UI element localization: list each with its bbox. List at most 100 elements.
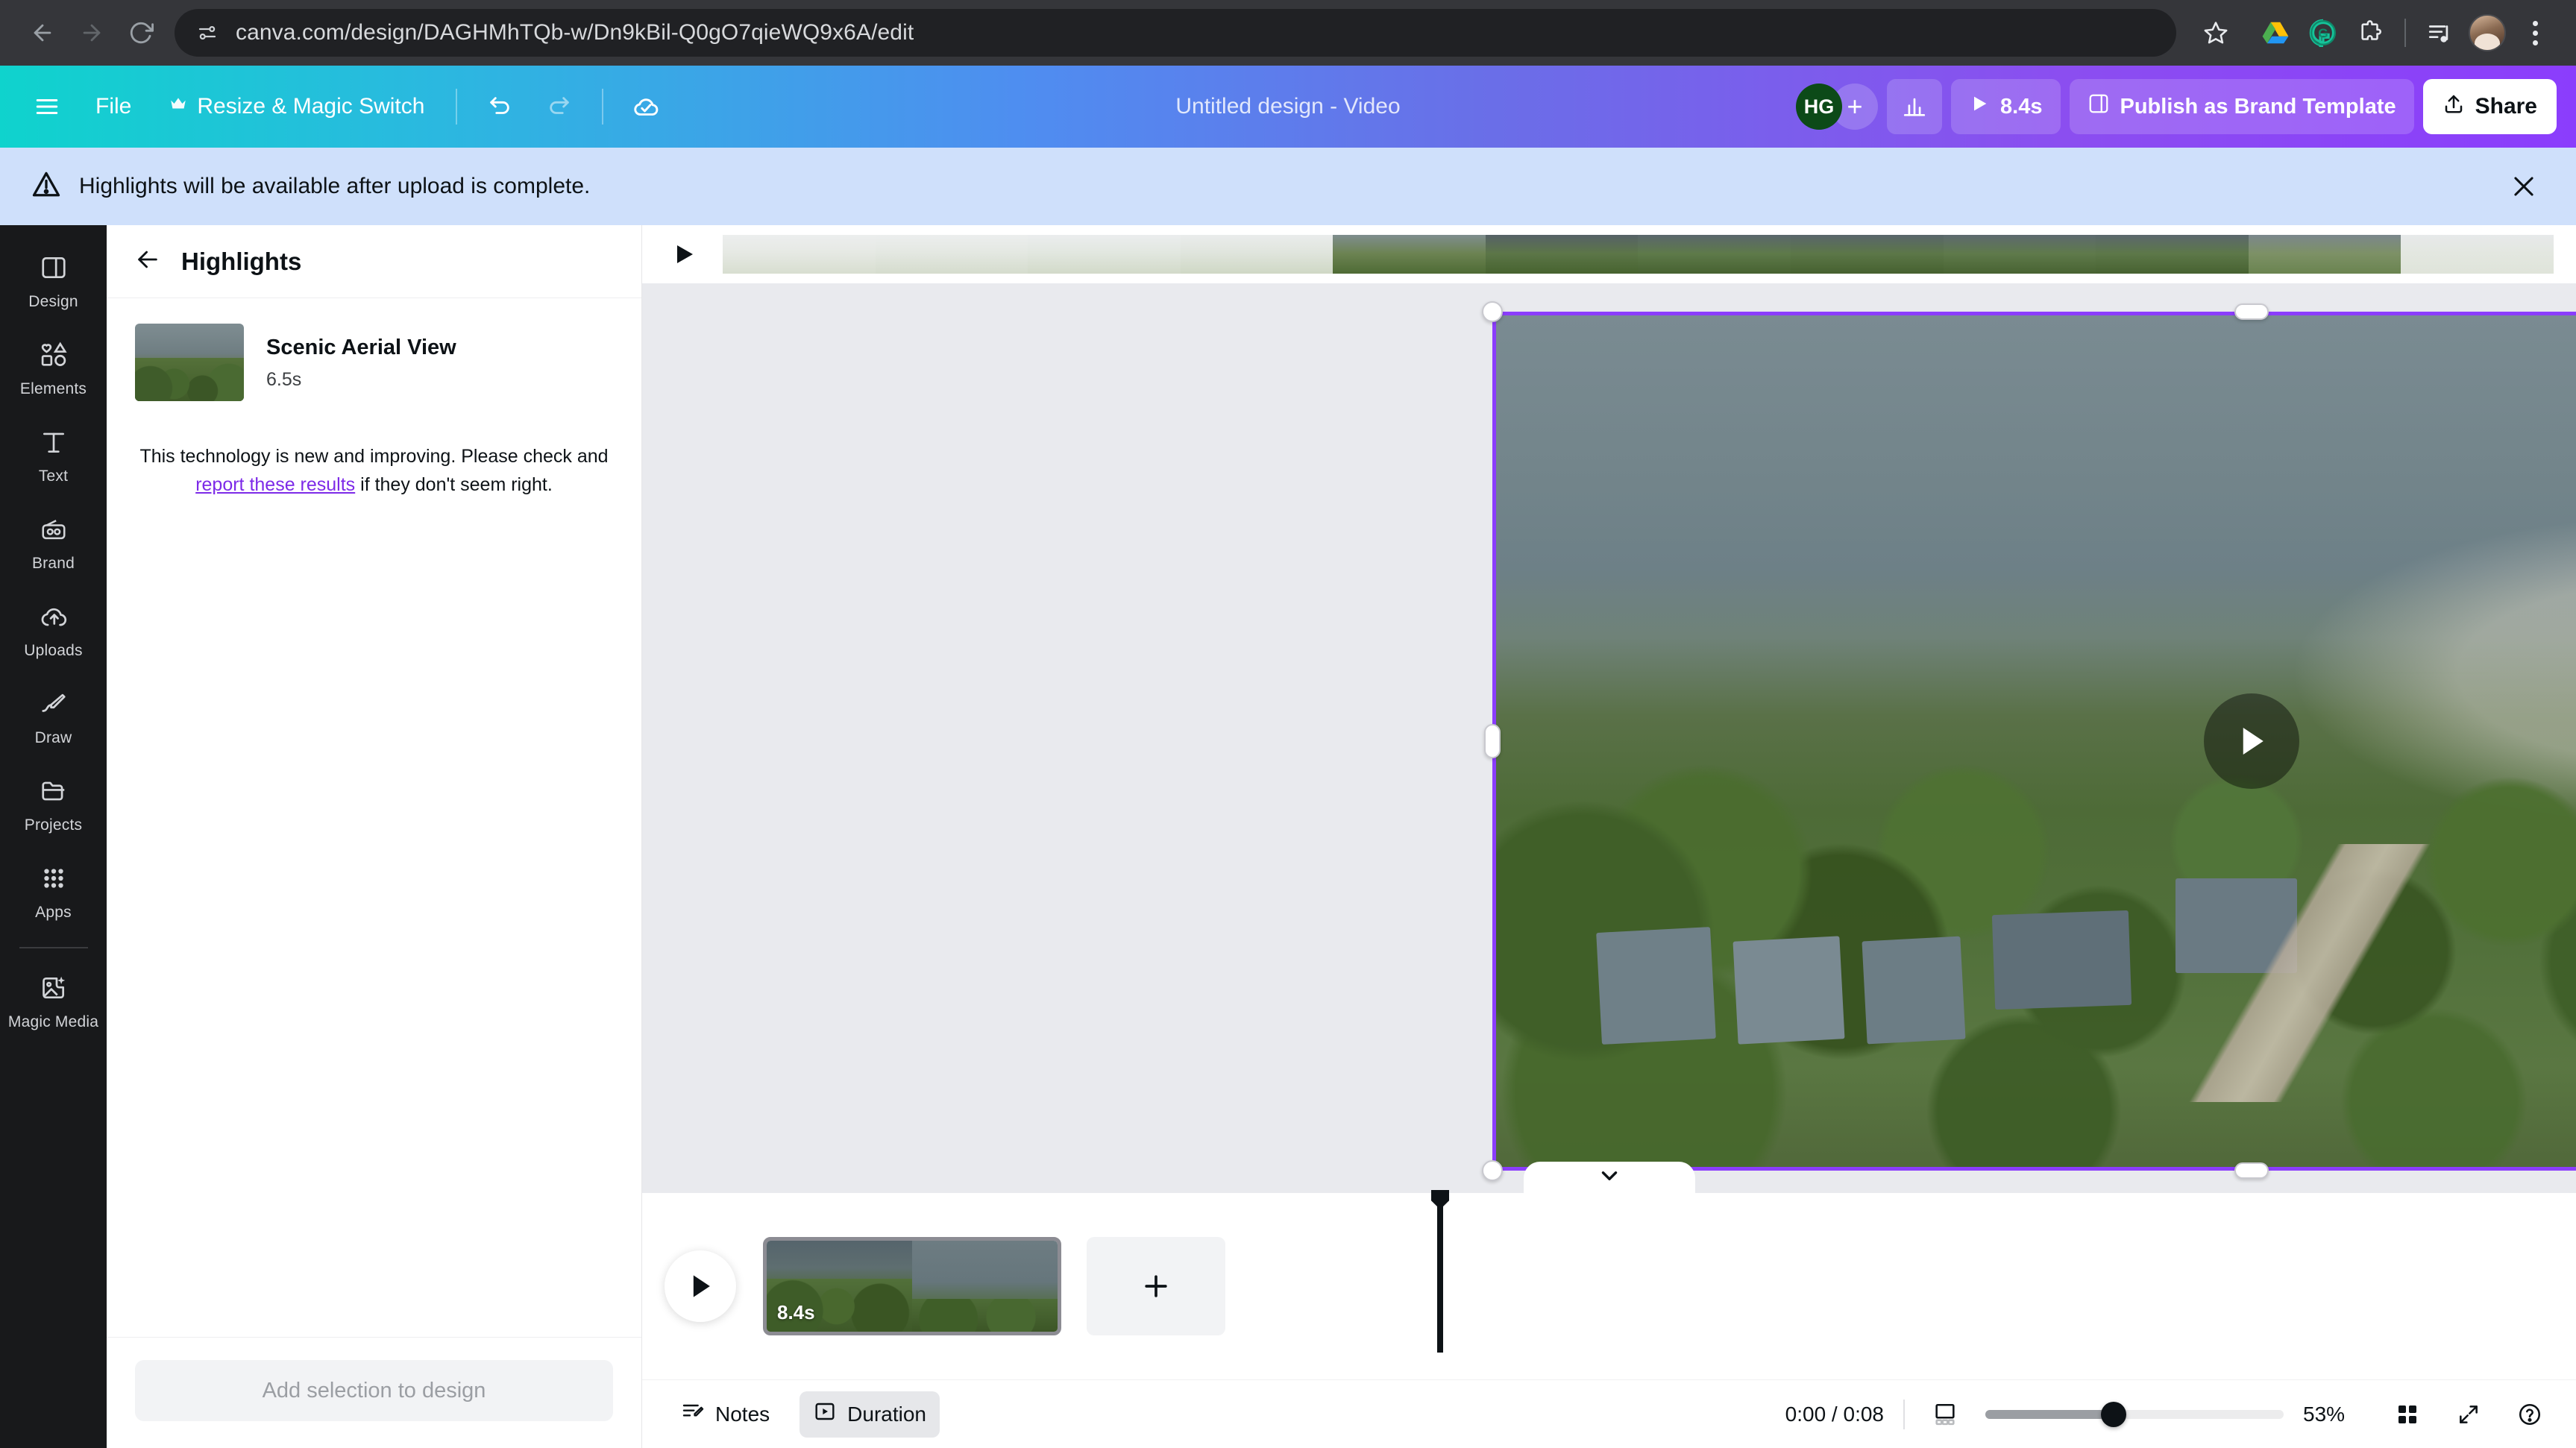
design-layout-icon [40,254,68,286]
close-icon[interactable] [2501,164,2546,209]
resize-handle-bottom-left[interactable] [1482,1160,1503,1181]
panel-header: Highlights [107,225,641,298]
share-button[interactable]: Share [2422,79,2557,134]
page-title: Highlights [181,247,302,275]
browser-toolbar: canva.com/design/DAGHMhTQb-w/Dn9kBil-Q0g… [0,0,2576,66]
sidebar-item-uploads[interactable]: Uploads [7,591,100,669]
filmstrip-frame [1180,235,1333,274]
resize-handle-left[interactable] [1484,724,1501,758]
help-question-icon[interactable] [2509,1394,2551,1435]
hamburger-menu-icon[interactable] [19,79,75,134]
browser-extensions-group: G [2254,11,2557,54]
insights-bar-chart-icon[interactable] [1887,79,1943,134]
filmstrip-bar [642,225,2576,283]
site-settings-icon[interactable] [192,18,222,48]
resize-handle-top-left[interactable] [1482,301,1503,322]
browser-address-bar[interactable]: canva.com/design/DAGHMhTQb-w/Dn9kBil-Q0g… [175,9,2176,57]
avatar[interactable]: HG [1796,84,1843,130]
canvas-play-button[interactable] [2204,693,2299,789]
status-bar: Notes Duration 0:00 / 0:08 53% [642,1379,2576,1448]
notification-text: Highlights will be available after uploa… [79,174,591,198]
sidebar-item-text[interactable]: Text [7,416,100,494]
browser-back-button[interactable] [19,10,66,56]
playhead[interactable] [1437,1193,1443,1353]
notes-button[interactable]: Notes [667,1391,783,1438]
zoom-slider-knob[interactable] [2101,1401,2126,1427]
toolbar-divider [602,89,604,125]
brand-icon [40,515,68,547]
report-results-link[interactable]: report these results [195,474,355,495]
clip-frame [912,1241,1058,1332]
toolbar-divider [456,89,458,125]
highlights-panel: Highlights Scenic Aerial View 6.5s This … [107,225,642,1448]
google-drive-icon[interactable] [2254,11,2297,54]
sidebar-item-design[interactable]: Design [7,242,100,320]
status-bar-right: 0:00 / 0:08 53% [1785,1394,2551,1435]
play-icon [1969,93,1990,120]
sidebar-item-label: Uploads [24,642,83,659]
zoom-slider[interactable] [1985,1401,2284,1427]
video-canvas[interactable] [1482,301,2576,1181]
sidebar-item-label: Design [28,293,78,310]
magic-media-icon [40,974,68,1006]
filmstrip-frame [1333,235,1486,274]
undo-icon[interactable] [472,79,527,134]
design-title[interactable]: Untitled design - Video [1175,94,1400,119]
grid-view-icon[interactable] [2387,1394,2428,1435]
collapse-timeline-button[interactable] [1523,1162,1695,1193]
sidebar-item-magic-media[interactable]: Magic Media [7,962,100,1040]
browser-reload-button[interactable] [118,10,164,56]
duration-play-box-icon [813,1400,837,1429]
brand-template-icon [2087,92,2110,121]
play-icon[interactable] [665,235,703,274]
highlight-name: Scenic Aerial View [266,336,456,359]
sidebar-item-draw[interactable]: Draw [7,678,100,756]
three-dot-menu-icon[interactable] [2513,11,2557,54]
sidebar-item-brand[interactable]: Brand [7,503,100,582]
star-icon[interactable] [2193,10,2239,56]
timeline-play-button[interactable] [665,1250,736,1322]
canvas-area [642,283,2576,1193]
draw-pen-icon [40,690,68,722]
filmstrip-frame [723,235,876,274]
profile-avatar[interactable] [2466,11,2509,54]
media-playlist-icon[interactable] [2418,11,2461,54]
sidebar-item-label: Draw [34,729,72,746]
avatar-initials: HG [1803,95,1835,118]
add-page-button[interactable] [1087,1237,1225,1335]
highlight-thumbnail[interactable] [135,324,244,401]
share-upload-icon [2443,92,2465,121]
elements-shapes-icon [40,341,68,373]
resize-handle-top[interactable] [2234,303,2269,320]
publish-brand-template-button[interactable]: Publish as Brand Template [2069,79,2414,134]
duration-preview-button[interactable]: 8.4s [1951,79,2061,134]
resize-magic-switch-button[interactable]: Resize & Magic Switch [152,79,441,134]
file-menu-button[interactable]: File [79,79,148,134]
sidebar-item-projects[interactable]: Projects [7,765,100,843]
sidebar-item-label: Projects [24,816,83,834]
highlight-duration: 6.5s [266,369,302,390]
timeline-view-icon[interactable] [1924,1394,1966,1435]
filmstrip-thumbnails[interactable] [723,235,2554,274]
resize-handle-bottom[interactable] [2234,1162,2269,1179]
video-frame-image [1492,312,2576,1171]
timeline-clip[interactable]: 8.4s [763,1237,1061,1335]
sidebar-item-elements[interactable]: Elements [7,329,100,407]
sidebar-item-apps[interactable]: Apps [7,852,100,931]
crown-icon [169,94,188,119]
filmstrip-frame [1028,235,1181,274]
browser-forward-button[interactable] [69,10,115,56]
grammarly-icon[interactable]: G [2302,11,2345,54]
filmstrip-frame [2096,235,2249,274]
add-selection-to-design-button[interactable]: Add selection to design [135,1360,613,1421]
cloud-saved-icon[interactable] [618,79,673,134]
fullscreen-icon[interactable] [2448,1394,2489,1435]
redo-icon[interactable] [532,79,587,134]
back-arrow-icon[interactable] [135,247,160,276]
notification-banner: Highlights will be available after uploa… [0,148,2576,225]
duration-button[interactable]: Duration [799,1391,940,1438]
list-item[interactable]: Scenic Aerial View 6.5s [135,324,613,401]
design-title-text: Untitled design - Video [1175,94,1401,119]
panel-body: Scenic Aerial View 6.5s This technology … [107,298,641,1337]
extensions-puzzle-icon[interactable] [2349,11,2393,54]
